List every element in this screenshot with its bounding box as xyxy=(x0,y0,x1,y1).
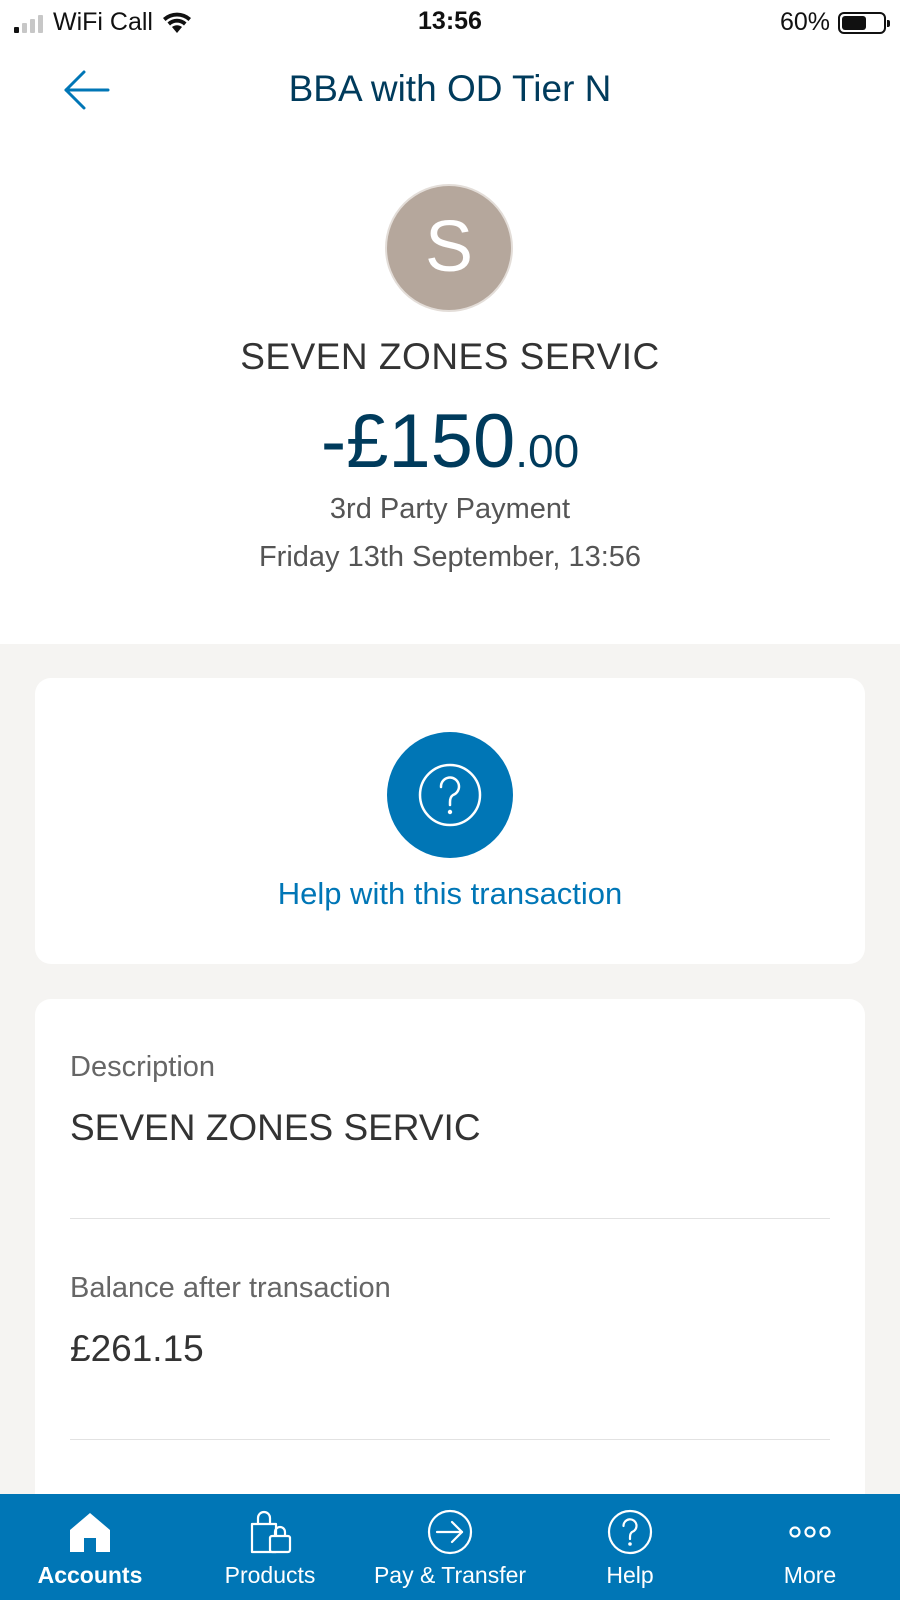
more-dots-icon xyxy=(789,1526,831,1538)
merchant-name: SEVEN ZONES SERVIC xyxy=(240,336,660,377)
help-link[interactable]: Help with this transaction xyxy=(35,876,865,912)
tab-label: Accounts xyxy=(37,1562,143,1588)
bottom-tab-bar: Accounts Products Pay & Transfer Help Mo… xyxy=(0,1494,900,1600)
transaction-datetime: Friday 13th September, 13:56 xyxy=(258,541,642,573)
balance-label: Balance after transaction xyxy=(70,1272,391,1304)
status-bar: WiFi Call 13:56 60% xyxy=(0,0,900,46)
amount-main: -£150 xyxy=(320,399,516,484)
battery-percent: 60% xyxy=(779,8,830,36)
amount-pence: .00 xyxy=(515,425,580,477)
status-time: 13:56 xyxy=(418,7,482,35)
question-circle-icon xyxy=(418,763,482,827)
status-right: 60% xyxy=(779,8,890,37)
merchant-avatar: S xyxy=(385,184,513,312)
divider xyxy=(70,1218,830,1219)
battery-icon xyxy=(838,11,890,34)
help-with-transaction-card[interactable]: Help with this transaction xyxy=(35,678,865,964)
shopping-bag-icon xyxy=(250,1510,292,1554)
battery-fill xyxy=(842,15,866,30)
tab-more[interactable]: More xyxy=(720,1494,900,1600)
balance-value: £261.15 xyxy=(70,1328,204,1369)
tab-pay-transfer[interactable]: Pay & Transfer xyxy=(360,1494,540,1600)
tab-label: Help xyxy=(606,1562,654,1588)
tab-label: Pay & Transfer xyxy=(373,1562,527,1588)
tab-accounts[interactable]: Accounts xyxy=(0,1494,180,1600)
header: BBA with OD Tier N xyxy=(0,46,900,136)
arrow-circle-icon xyxy=(427,1509,473,1555)
description-value: SEVEN ZONES SERVIC xyxy=(70,1107,481,1148)
description-label: Description xyxy=(70,1051,216,1083)
tab-label: Products xyxy=(224,1562,316,1588)
help-circle-button[interactable] xyxy=(387,732,513,858)
page-title: BBA with OD Tier N xyxy=(288,68,612,109)
home-icon xyxy=(70,1513,110,1552)
transaction-amount: -£150.00 xyxy=(0,398,900,485)
tab-label: More xyxy=(783,1562,837,1588)
tab-help[interactable]: Help xyxy=(540,1494,720,1600)
tab-products[interactable]: Products xyxy=(180,1494,360,1600)
divider xyxy=(70,1439,830,1440)
transaction-summary: S SEVEN ZONES SERVIC -£150.00 3rd Party … xyxy=(0,136,900,644)
transaction-type: 3rd Party Payment xyxy=(329,493,571,525)
question-circle-icon xyxy=(607,1509,653,1555)
